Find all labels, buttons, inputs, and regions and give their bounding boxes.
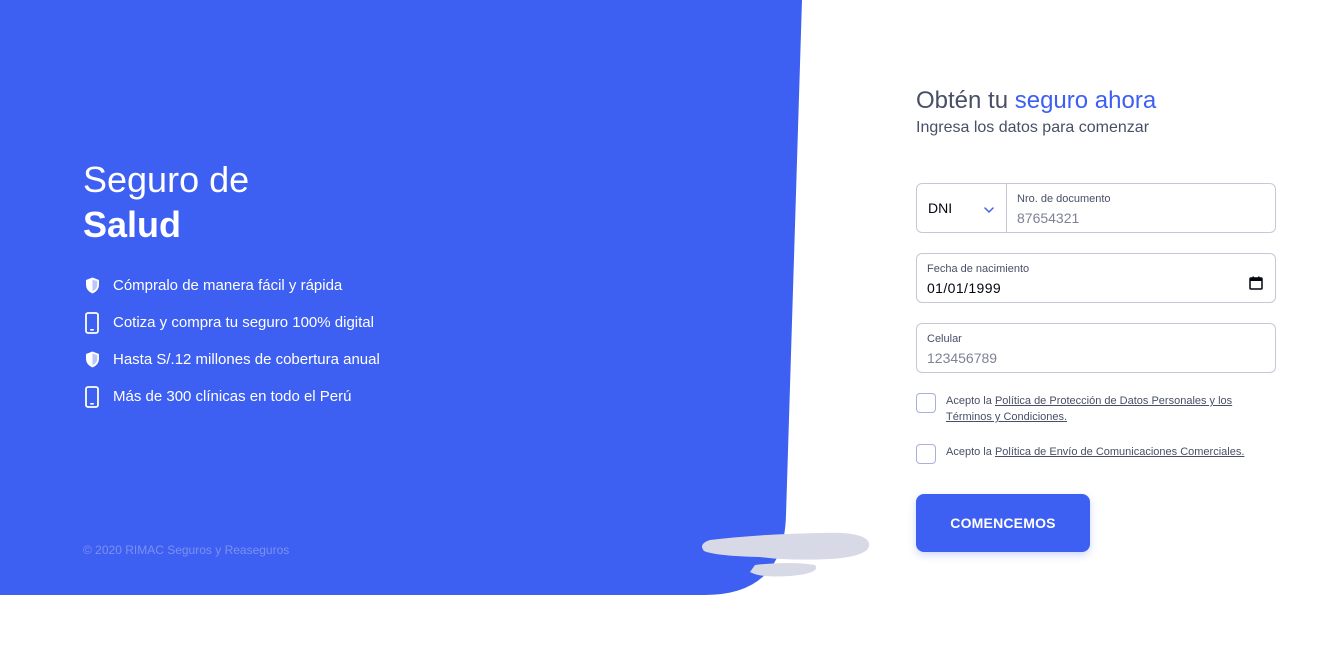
benefit-text: Hasta S/.12 millones de cobertura anual [113,351,380,368]
birthdate-value: 01/01/1999 [927,280,1002,296]
birthdate-field[interactable]: Fecha de nacimiento 01/01/1999 [916,253,1276,303]
marketing-policy-link[interactable]: Política de Envío de Comunicaciones Come… [995,446,1244,458]
mobile-phone-icon [83,385,101,408]
consent-privacy-prefix: Acepto la [946,395,992,407]
form-title-accent: seguro ahora [1014,87,1157,114]
consent-privacy-row: Acepto la Política de Protección de Dato… [916,393,1271,425]
phone-label: Celular [927,333,962,345]
consent-privacy-checkbox[interactable] [916,393,936,413]
benefit-item: Cómpralo de manera fácil y rápida [83,267,380,304]
birthdate-label: Fecha de nacimiento [927,263,1030,275]
submit-button[interactable]: COMENCEMOS [916,494,1090,552]
document-number-value: 87654321 [1017,210,1080,226]
form-header: Obtén tu seguro ahora Ingresa los datos … [916,86,1156,139]
phone-value: 123456789 [927,350,998,366]
hero-title: Seguro de Salud [83,160,249,250]
form-title: Obtén tu seguro ahora [916,86,1156,116]
hero-title-line2: Salud [83,204,182,245]
benefit-item: Más de 300 clínicas en todo el Perú [83,378,380,415]
consent-marketing-text: Acepto la Política de Envío de Comunicac… [946,444,1271,460]
phone-field[interactable]: Celular 123456789 [916,323,1276,373]
consent-marketing-checkbox[interactable] [916,444,936,464]
hero-title-line1: Seguro de [83,159,250,200]
mobile-phone-icon [83,311,101,334]
consent-marketing-prefix: Acepto la [946,446,992,458]
shield-icon [83,349,101,371]
benefit-item: Cotiza y compra tu seguro 100% digital [83,304,380,341]
consent-privacy-text: Acepto la Política de Protección de Dato… [946,393,1271,425]
benefit-text: Cómpralo de manera fácil y rápida [113,277,343,294]
calendar-icon[interactable] [1249,276,1263,290]
copyright: © 2020 RIMAC Seguros y Reaseguros [83,543,290,557]
benefit-text: Más de 300 clínicas en todo el Perú [113,388,352,405]
shield-icon [83,275,101,297]
form-title-prefix: Obtén tu [916,87,1009,114]
chevron-down-icon [984,200,994,216]
form-subtitle: Ingresa los datos para comenzar [916,119,1150,136]
benefits-list: Cómpralo de manera fácil y rápida Cotiza… [83,267,380,415]
benefit-text: Cotiza y compra tu seguro 100% digital [113,314,374,331]
benefit-item: Hasta S/.12 millones de cobertura anual [83,341,380,378]
document-number-field[interactable]: Nro. de documento 87654321 [1007,184,1275,232]
consent-marketing-row: Acepto la Política de Envío de Comunicac… [916,444,1271,464]
document-type-select[interactable]: DNI [917,184,1007,232]
document-input-group: DNI Nro. de documento 87654321 [916,183,1276,233]
document-type-value: DNI [928,200,953,216]
document-number-label: Nro. de documento [1017,193,1111,205]
